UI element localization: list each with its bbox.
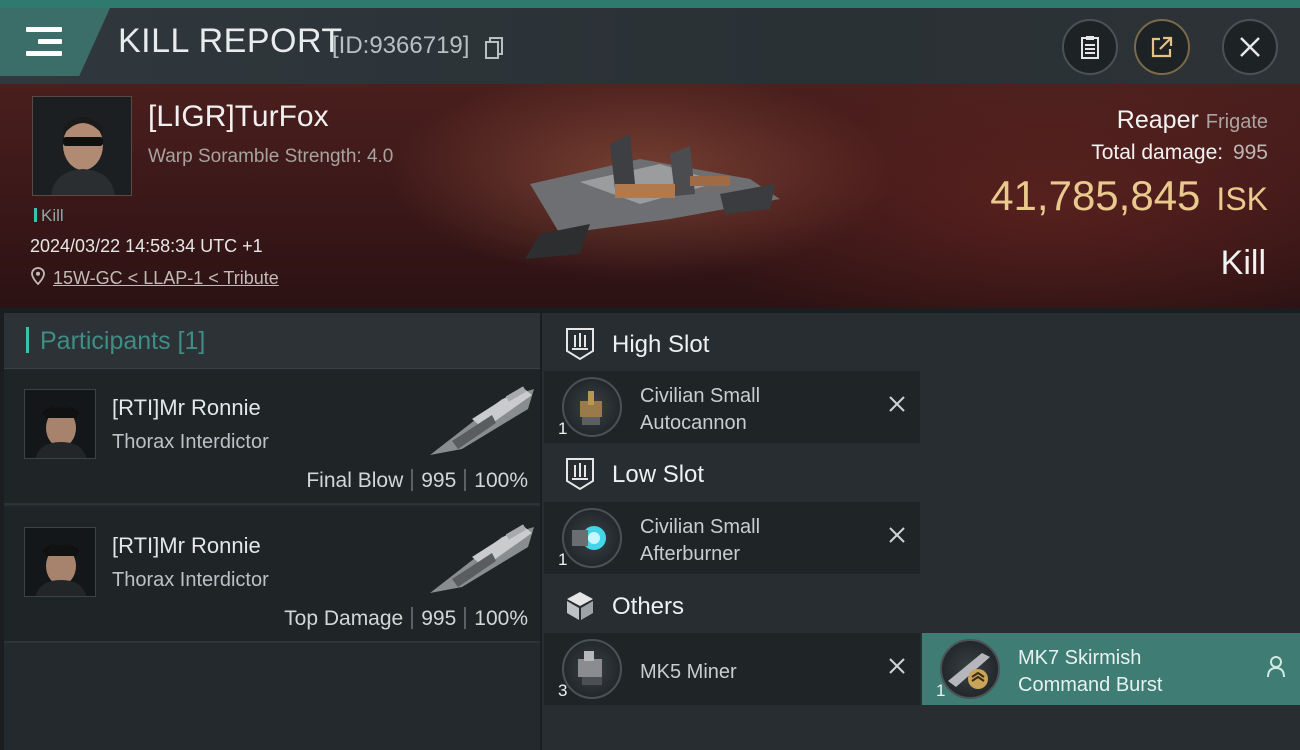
- participant-row[interactable]: [RTI]Mr Ronnie Thorax Interdictor Final …: [4, 369, 540, 505]
- module-name-line1: Civilian Small: [640, 385, 761, 407]
- module-name-line1: MK5 Miner: [640, 661, 737, 683]
- participant-stats: Final Blow 995 100%: [306, 469, 528, 493]
- participant-avatar[interactable]: [24, 389, 96, 459]
- victim-ship: Reaper Frigate: [1117, 106, 1268, 135]
- high-slot-label: High Slot: [612, 331, 710, 358]
- kill-tag: Kill: [34, 206, 64, 226]
- clipboard-icon: [1081, 36, 1099, 59]
- kill-datetime: 2024/03/22 14:58:34 UTC +1: [30, 236, 263, 256]
- low-slot-header: Low Slot: [542, 447, 922, 501]
- victim-ship-class: Frigate: [1205, 111, 1268, 133]
- close-icon[interactable]: [886, 524, 908, 546]
- participant-row[interactable]: [RTI]Mr Ronnie Thorax Interdictor Top Da…: [4, 507, 540, 643]
- page-title: KILL REPORT: [118, 22, 343, 60]
- participant-ship-image: [430, 386, 534, 455]
- close-icon[interactable]: [886, 393, 908, 415]
- module-item-selected[interactable]: 1 MK7 Skirmish Command Burst: [922, 633, 1300, 705]
- avatar-image: [25, 390, 95, 458]
- participant-avatar[interactable]: [24, 527, 96, 597]
- victim-subtitle: Warp Soramble Strength: 4.0: [148, 146, 394, 167]
- command-burst-icon: [940, 639, 1000, 699]
- header-bar: KILL REPORT [ID:9366719]: [0, 8, 1300, 84]
- avatar-image: [25, 528, 95, 596]
- isk-amount: 41,785,845: [990, 172, 1201, 219]
- module-quantity: 1: [558, 550, 568, 569]
- participant-name[interactable]: [RTI]Mr Ronnie: [112, 533, 261, 559]
- module-name: Civilian Small Afterburner: [640, 514, 870, 568]
- participant-ship-image: [430, 524, 534, 593]
- afterburner-icon: [562, 508, 622, 568]
- module-item[interactable]: 1 Civilian Small Autocannon: [544, 371, 920, 443]
- copy-icon[interactable]: [485, 37, 503, 59]
- total-damage-value: 995: [1232, 141, 1268, 164]
- participants-label: Participants [1]: [40, 327, 206, 355]
- cube-icon: [567, 592, 593, 620]
- participant-stats: Top Damage 995 100%: [284, 607, 528, 631]
- share-button[interactable]: [1134, 19, 1190, 75]
- location-link[interactable]: 15W-GC < LLAP-1 < Tribute: [53, 268, 279, 289]
- participant-ship: Thorax Interdictor: [112, 431, 269, 453]
- low-slot-label: Low Slot: [612, 461, 705, 488]
- kill-id: [ID:9366719]: [332, 32, 470, 59]
- high-slot-header: High Slot: [542, 317, 922, 371]
- module-name: Civilian Small Autocannon: [640, 383, 870, 437]
- module-quantity: 3: [558, 681, 568, 700]
- kill-result: Kill: [1220, 244, 1266, 282]
- participant-percent: 100%: [474, 607, 528, 630]
- others-header: Others: [542, 579, 922, 633]
- kill-tag-label: Kill: [41, 206, 64, 225]
- module-quantity: 1: [558, 419, 568, 438]
- module-name-line1: MK7 Skirmish: [1018, 647, 1142, 669]
- location-pin-icon: [31, 267, 45, 285]
- victim-avatar[interactable]: [32, 96, 132, 196]
- avatar-image: [33, 97, 131, 195]
- participant-ship: Thorax Interdictor: [112, 569, 269, 591]
- user-icon[interactable]: [1266, 655, 1286, 679]
- autocannon-icon: [562, 377, 622, 437]
- participant-percent: 100%: [474, 469, 528, 492]
- module-quantity: 1: [936, 681, 946, 700]
- module-name-line2: Command Burst: [1018, 674, 1163, 696]
- victim-ship-name: Reaper: [1116, 106, 1199, 134]
- menu-button[interactable]: [0, 8, 110, 76]
- low-slot-icon: [566, 458, 594, 491]
- close-button[interactable]: [1222, 19, 1278, 75]
- module-item[interactable]: 1 Civilian Small Afterburner: [544, 502, 920, 574]
- miner-icon: [562, 639, 622, 699]
- participants-header: Participants [1]: [4, 313, 540, 369]
- module-name: MK5 Miner: [640, 659, 870, 686]
- participant-damage: 995: [421, 469, 457, 492]
- close-icon[interactable]: [886, 655, 908, 677]
- module-name: MK7 Skirmish Command Burst: [1018, 645, 1248, 699]
- share-icon: [1151, 36, 1173, 58]
- total-damage: Total damage: 995: [1091, 141, 1268, 165]
- victim-ship-image: [525, 134, 780, 259]
- top-accent-line: [0, 0, 1300, 8]
- module-name-line1: Civilian Small: [640, 516, 761, 538]
- isk-unit: ISK: [1216, 181, 1268, 217]
- isk-value: 41,785,845 ISK: [990, 172, 1268, 220]
- victim-name[interactable]: [LIGR]TurFox: [148, 100, 329, 134]
- clipboard-button[interactable]: [1062, 19, 1118, 75]
- total-damage-label: Total damage:: [1091, 141, 1224, 164]
- module-item[interactable]: 3 MK5 Miner: [544, 633, 920, 705]
- victim-banner: [LIGR]TurFox Warp Soramble Strength: 4.0…: [0, 84, 1300, 308]
- module-name-line2: Autocannon: [640, 412, 747, 434]
- participant-role: Top Damage: [284, 607, 404, 630]
- others-label: Others: [612, 593, 685, 620]
- participants-panel: Participants [1] [RTI]Mr Ronnie Thorax I…: [4, 313, 540, 750]
- participant-role: Final Blow: [306, 469, 404, 492]
- participant-damage: 995: [421, 607, 457, 630]
- participant-name[interactable]: [RTI]Mr Ronnie: [112, 395, 261, 421]
- close-icon: [1240, 37, 1260, 57]
- fittings-panel: High Slot 1 Civilian Small Autocannon Lo…: [542, 313, 1300, 750]
- high-slot-icon: [566, 328, 594, 361]
- module-name-line2: Afterburner: [640, 543, 741, 565]
